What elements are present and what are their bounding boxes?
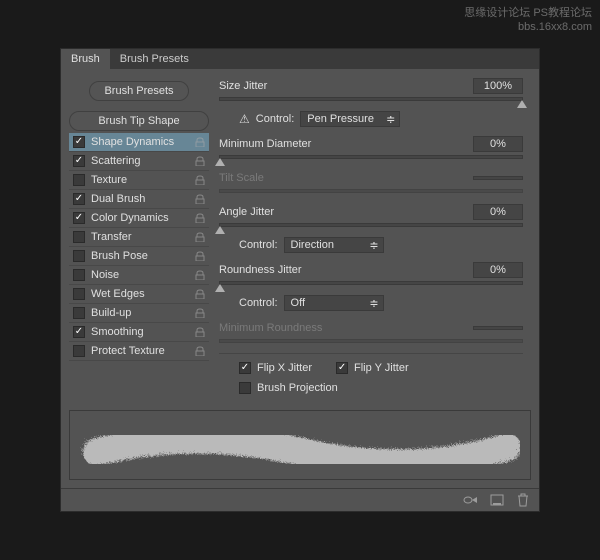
options-list: Shape Dynamics Scattering Texture Dual Brus… — [69, 133, 209, 361]
control-label: Control: — [239, 239, 278, 251]
min-diameter-label: Minimum Diameter — [219, 138, 473, 150]
control-roundness-dropdown[interactable]: Off — [284, 295, 384, 311]
brush-presets-button[interactable]: Brush Presets — [89, 81, 188, 101]
option-label: Build-up — [91, 307, 195, 319]
tilt-scale-label: Tilt Scale — [219, 172, 473, 184]
option-transfer[interactable]: Transfer — [69, 228, 209, 247]
lock-icon[interactable] — [195, 251, 205, 261]
divider — [219, 353, 523, 354]
control-size-dropdown[interactable]: Pen Pressure — [300, 111, 400, 127]
option-label: Transfer — [91, 231, 195, 243]
roundness-jitter-slider[interactable] — [219, 281, 523, 285]
min-roundness-label: Minimum Roundness — [219, 322, 473, 334]
option-label: Texture — [91, 174, 195, 186]
lock-icon[interactable] — [195, 232, 205, 242]
option-noise[interactable]: Noise — [69, 266, 209, 285]
checkbox-icon — [73, 345, 85, 357]
option-color-dynamics[interactable]: Color Dynamics — [69, 209, 209, 228]
option-label: Shape Dynamics — [91, 136, 195, 148]
left-column: Brush Presets Brush Tip Shape Shape Dyna… — [69, 77, 209, 394]
checkbox-icon — [73, 269, 85, 281]
control-label: Control: — [239, 297, 278, 309]
option-smoothing[interactable]: Smoothing — [69, 323, 209, 342]
new-preset-icon[interactable] — [489, 493, 505, 507]
checkbox-icon — [239, 362, 251, 374]
brush-projection-checkbox[interactable]: Brush Projection — [219, 382, 523, 394]
option-build-up[interactable]: Build-up — [69, 304, 209, 323]
checkbox-icon — [239, 382, 251, 394]
option-label: Dual Brush — [91, 193, 195, 205]
brush-panel: Brush Brush Presets Brush Presets Brush … — [60, 48, 540, 512]
footer — [61, 488, 539, 511]
right-column: Size Jitter100% ⚠ Control: Pen Pressure … — [219, 77, 531, 394]
angle-jitter-label: Angle Jitter — [219, 206, 473, 218]
roundness-jitter-value[interactable]: 0% — [473, 262, 523, 278]
lock-icon[interactable] — [195, 289, 205, 299]
min-roundness-slider — [219, 339, 523, 343]
option-label: Wet Edges — [91, 288, 195, 300]
checkbox-icon — [73, 231, 85, 243]
checkbox-icon — [73, 174, 85, 186]
control-angle-dropdown[interactable]: Direction — [284, 237, 384, 253]
checkbox-icon — [73, 193, 85, 205]
min-roundness-value — [473, 326, 523, 330]
checkbox-icon — [73, 326, 85, 338]
checkbox-icon — [336, 362, 348, 374]
warning-icon: ⚠ — [239, 112, 250, 126]
option-label: Scattering — [91, 155, 195, 167]
lock-icon[interactable] — [195, 213, 205, 223]
min-diameter-slider[interactable] — [219, 155, 523, 159]
flip-x-jitter-checkbox[interactable]: Flip X Jitter — [239, 362, 312, 374]
option-label: Color Dynamics — [91, 212, 195, 224]
option-label: Brush Pose — [91, 250, 195, 262]
lock-icon[interactable] — [195, 175, 205, 185]
option-label: Smoothing — [91, 326, 195, 338]
flip-y-jitter-checkbox[interactable]: Flip Y Jitter — [336, 362, 409, 374]
size-jitter-value[interactable]: 100% — [473, 78, 523, 94]
checkbox-icon — [73, 307, 85, 319]
option-label: Protect Texture — [91, 345, 195, 357]
option-brush-pose[interactable]: Brush Pose — [69, 247, 209, 266]
tab-brush-presets[interactable]: Brush Presets — [110, 49, 199, 69]
checkbox-icon — [73, 250, 85, 262]
checkbox-icon — [73, 212, 85, 224]
lock-icon[interactable] — [195, 327, 205, 337]
lock-icon[interactable] — [195, 156, 205, 166]
brush-preview — [69, 410, 531, 480]
angle-jitter-slider[interactable] — [219, 223, 523, 227]
toggle-icon[interactable] — [463, 493, 479, 507]
checkbox-icon — [73, 288, 85, 300]
option-label: Noise — [91, 269, 195, 281]
lock-icon[interactable] — [195, 194, 205, 204]
delete-icon[interactable] — [515, 493, 531, 507]
checkbox-icon — [73, 136, 85, 148]
size-jitter-slider[interactable] — [219, 97, 523, 101]
checkbox-icon — [73, 155, 85, 167]
option-texture[interactable]: Texture — [69, 171, 209, 190]
option-scattering[interactable]: Scattering — [69, 152, 209, 171]
tab-brush[interactable]: Brush — [61, 49, 110, 69]
option-shape-dynamics[interactable]: Shape Dynamics — [69, 133, 209, 152]
size-jitter-label: Size Jitter — [219, 80, 473, 92]
min-diameter-value[interactable]: 0% — [473, 136, 523, 152]
lock-icon[interactable] — [195, 137, 205, 147]
brush-tip-shape-button[interactable]: Brush Tip Shape — [69, 111, 209, 131]
brush-stroke-preview — [80, 415, 520, 475]
angle-jitter-value[interactable]: 0% — [473, 204, 523, 220]
tab-bar: Brush Brush Presets — [61, 49, 539, 69]
watermark: 思缘设计论坛 PS教程论坛 bbs.16xx8.com — [464, 6, 592, 35]
lock-icon[interactable] — [195, 308, 205, 318]
lock-icon[interactable] — [195, 270, 205, 280]
tilt-scale-slider — [219, 189, 523, 193]
roundness-jitter-label: Roundness Jitter — [219, 264, 473, 276]
control-label: Control: — [256, 113, 295, 125]
lock-icon[interactable] — [195, 346, 205, 356]
tilt-scale-value — [473, 176, 523, 180]
option-protect-texture[interactable]: Protect Texture — [69, 342, 209, 361]
option-dual-brush[interactable]: Dual Brush — [69, 190, 209, 209]
option-wet-edges[interactable]: Wet Edges — [69, 285, 209, 304]
